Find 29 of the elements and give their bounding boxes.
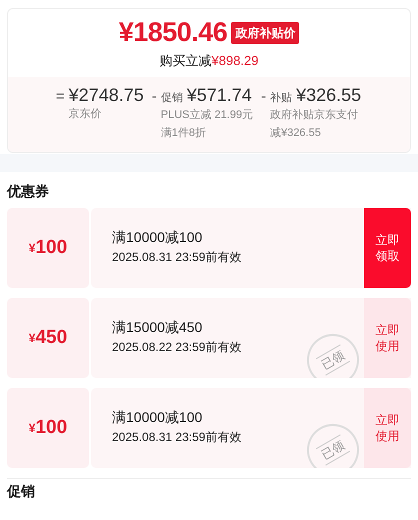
coupon-value: ¥100 [7, 388, 89, 468]
note-text: 满1件8折 [160, 126, 207, 141]
amount-label: 补贴 [270, 90, 292, 106]
amount-text: ¥571.74 [186, 86, 252, 106]
claim-button[interactable]: 立即领取 [364, 208, 411, 288]
note-text: 政府补贴京东支付减¥326.55 [270, 108, 360, 141]
operator-text: = [56, 86, 65, 106]
coupon-condition: 满10000减100 [112, 228, 202, 247]
coupon-validity: 2025.08.31 23:59前有效 [112, 249, 242, 266]
price-tag: 政府补贴价 [231, 22, 300, 44]
amount-label: 促销 [160, 90, 183, 106]
saving-text: 购买立减¥898.29 [158, 52, 260, 70]
coupon-validity: 2025.08.31 23:59前有效 [112, 429, 242, 446]
note-text: PLUS立减 21.99元 [160, 108, 254, 123]
coupon-value: ¥450 [7, 298, 89, 378]
amount-text: ¥2748.75 [68, 86, 144, 106]
operator-text: - [152, 86, 157, 106]
use-button[interactable]: 立即使用 [364, 388, 411, 468]
amount-text: ¥326.55 [296, 86, 362, 106]
section-title: 促销 [7, 483, 36, 500]
coupon-condition: 满10000减100 [112, 408, 202, 427]
operator-text: - [261, 86, 266, 106]
section-title: 优惠券 [7, 182, 50, 201]
coupon-condition: 满15000减450 [112, 318, 202, 337]
note-text: 京东价 [68, 106, 103, 122]
price-text: ¥1850.46 [118, 19, 228, 46]
use-button[interactable]: 立即使用 [364, 298, 411, 378]
coupon-validity: 2025.08.22 23:59前有效 [112, 339, 242, 356]
coupon-value: ¥100 [7, 208, 89, 288]
